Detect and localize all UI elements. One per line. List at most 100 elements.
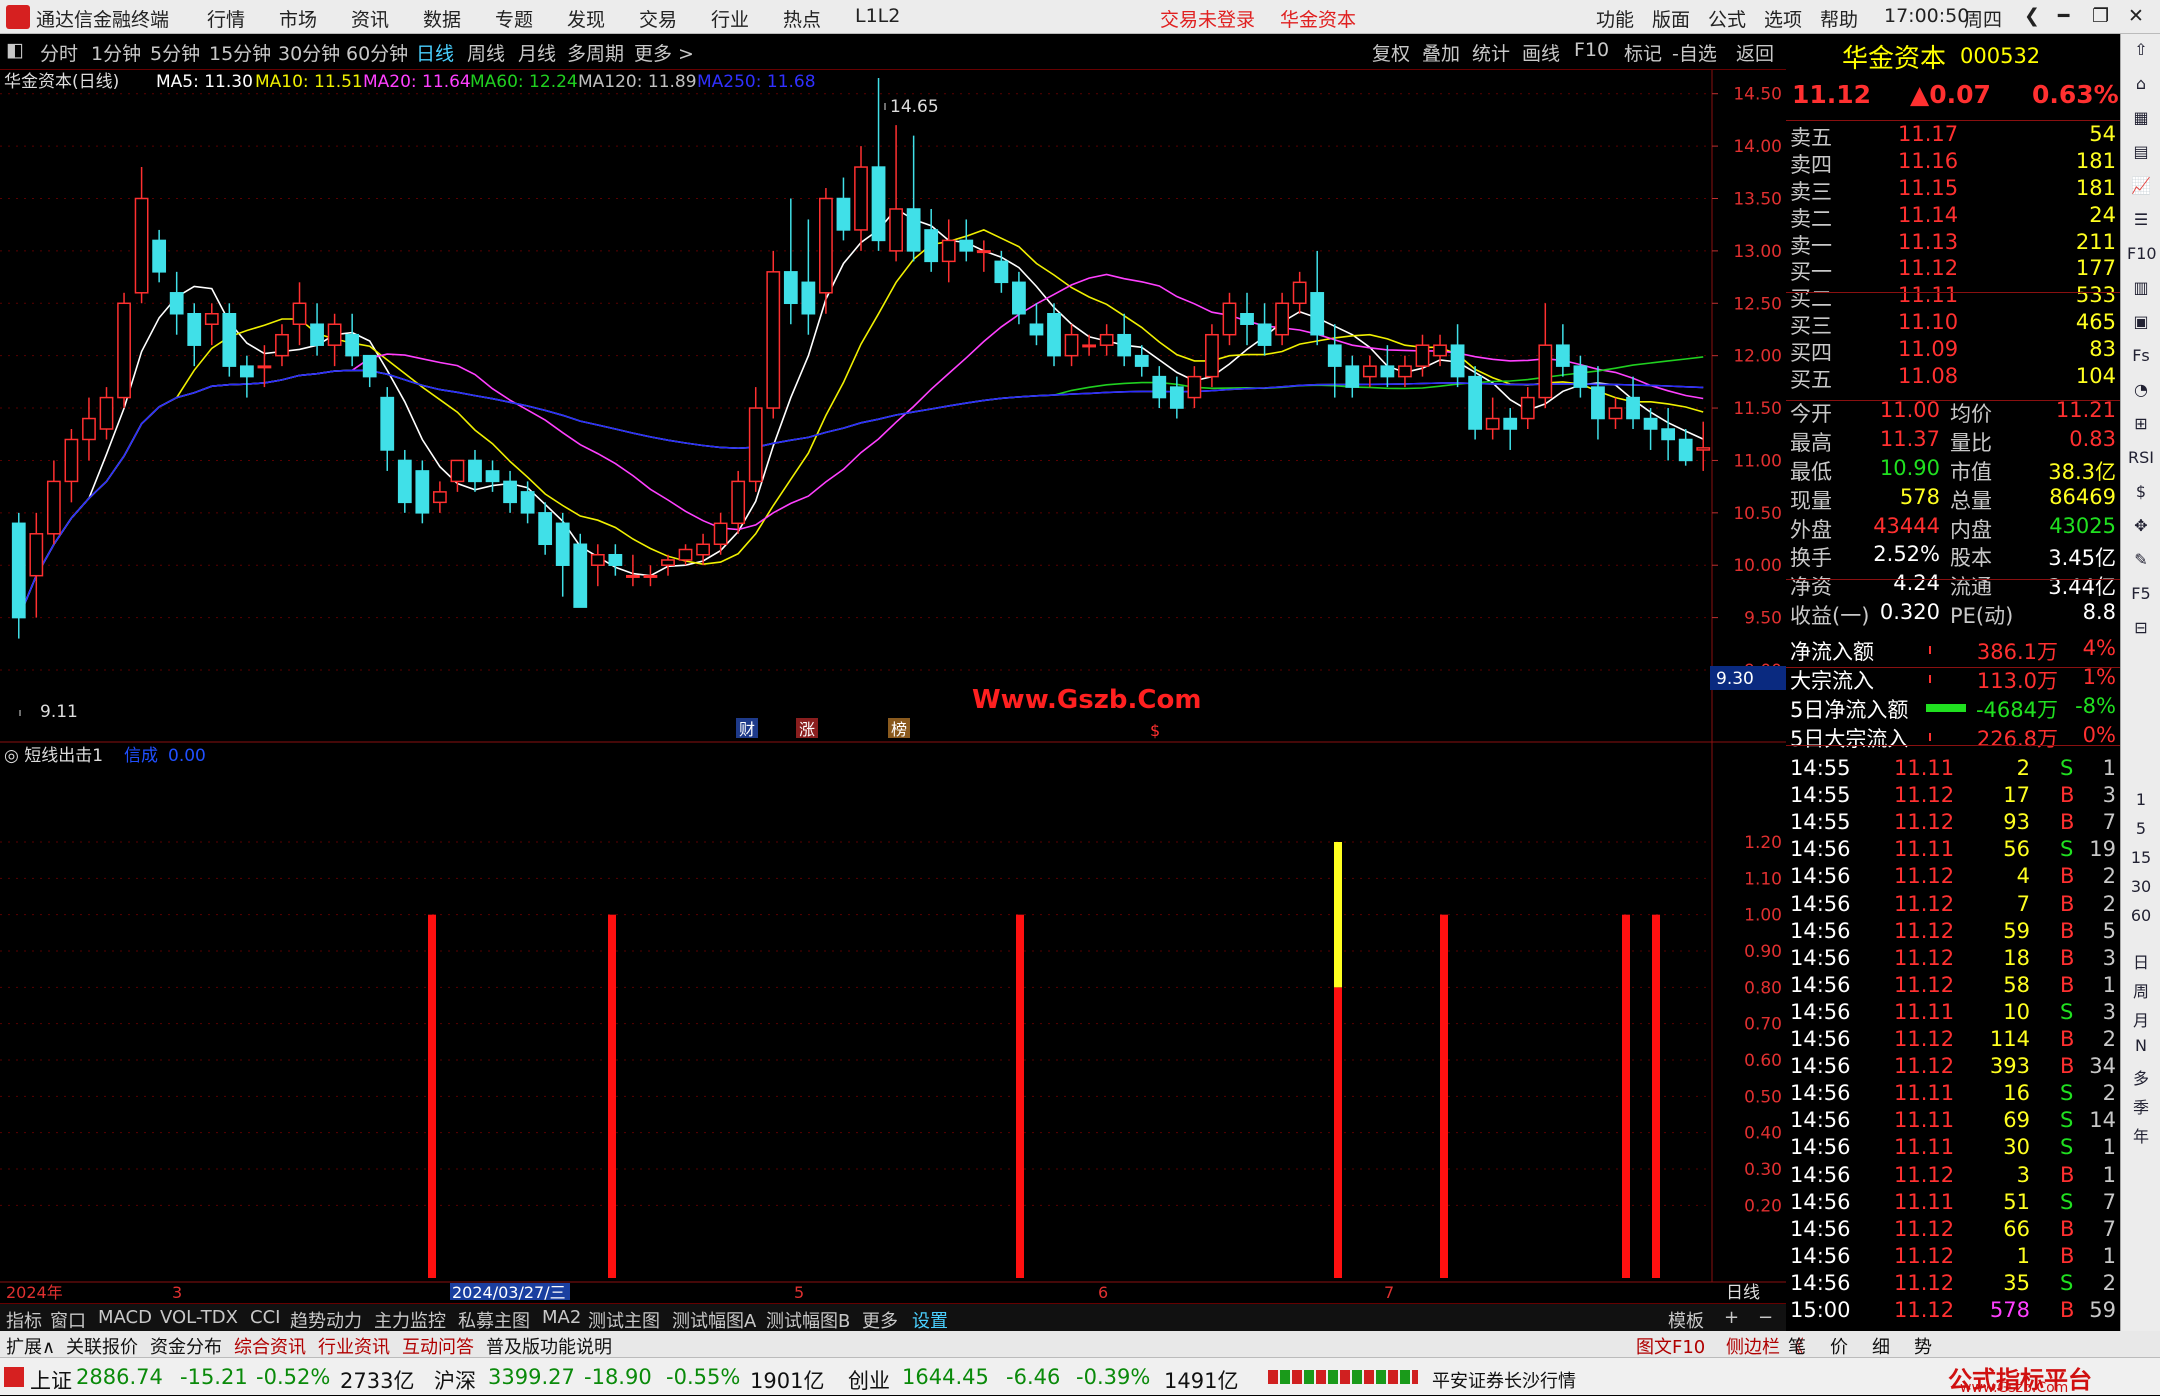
restore-icon[interactable]: ❐ — [2092, 5, 2109, 27]
tab-template[interactable]: 模板 — [1668, 1307, 1704, 1333]
sidebar-kline-icon[interactable]: 📈 — [2127, 176, 2155, 195]
tab-test-sub-a[interactable]: 测试幅图A — [672, 1307, 756, 1333]
ext-edition-note[interactable]: 普及版功能说明 — [486, 1333, 612, 1359]
period-fenshi[interactable]: 分时 — [40, 39, 78, 66]
sidebar-list-icon[interactable]: ☰ — [2127, 210, 2155, 229]
ext-shi[interactable]: 势 — [1914, 1333, 1932, 1359]
sidebar-block-icon[interactable]: ▣ — [2127, 312, 2155, 331]
tab-trend-power[interactable]: 趋势动力 — [290, 1307, 362, 1333]
tab-add[interactable]: + — [1724, 1307, 1739, 1328]
ext-qa[interactable]: 互动问答 — [402, 1333, 474, 1359]
ext-f10[interactable]: 图文F10 — [1636, 1333, 1705, 1359]
tab-more[interactable]: 更多 — [862, 1307, 898, 1333]
period-weekly[interactable]: 周线 — [467, 39, 505, 66]
period-1min[interactable]: 1分钟 — [91, 39, 141, 66]
menu-redian[interactable]: 热点 — [783, 5, 821, 32]
sidebar-move-icon[interactable]: ✥ — [2127, 516, 2155, 535]
sidebar-period-8[interactable]: N — [2127, 1036, 2155, 1055]
sidebar-f5-icon[interactable]: F5 — [2127, 584, 2155, 603]
sidebar-tape-icon[interactable]: ⊞ — [2127, 414, 2155, 433]
sidebar-period-4[interactable]: 60 — [2127, 906, 2155, 925]
sidebar-period-11[interactable]: 年 — [2127, 1123, 2155, 1147]
sidebar-period-5[interactable]: 日 — [2127, 949, 2155, 973]
tab-test-sub-b[interactable]: 测试幅图B — [766, 1307, 850, 1333]
tab-vol-tdx[interactable]: VOL-TDX — [160, 1307, 238, 1328]
tool-huaxian[interactable]: 画线 — [1522, 39, 1560, 66]
sidebar-pen-icon[interactable]: ✎ — [2127, 550, 2155, 569]
menu-l1l2[interactable]: L1L2 — [855, 5, 900, 27]
tab-main-monitor[interactable]: 主力监控 — [374, 1307, 446, 1333]
sidebar-grid-icon[interactable]: ▦ — [2127, 108, 2155, 127]
trade-login-status[interactable]: 交易未登录 — [1160, 5, 1255, 32]
tab-ma2[interactable]: MA2 — [542, 1307, 581, 1328]
sidebar-f10-icon[interactable]: F10 — [2127, 244, 2157, 263]
sidebar-period-10[interactable]: 季 — [2127, 1094, 2155, 1118]
menu-bangzhu[interactable]: 帮助 — [1820, 5, 1858, 32]
sidebar-period-7[interactable]: 月 — [2127, 1007, 2155, 1031]
idx-hs-name[interactable]: 沪深 — [434, 1365, 476, 1395]
ext-related-quotes[interactable]: 关联报价 — [66, 1333, 138, 1359]
period-monthly[interactable]: 月线 — [518, 39, 556, 66]
ext-xi[interactable]: 细 — [1872, 1333, 1890, 1359]
tab-zhibiao[interactable]: 指标 — [6, 1307, 42, 1333]
tab-cci[interactable]: CCI — [250, 1307, 280, 1328]
period-daily[interactable]: 日线 — [416, 39, 454, 66]
period-multi[interactable]: 多周期 — [567, 39, 624, 66]
tab-test-main[interactable]: 测试主图 — [588, 1307, 660, 1333]
ext-jia[interactable]: 价 — [1830, 1333, 1848, 1359]
menu-gongneng[interactable]: 功能 — [1596, 5, 1634, 32]
menu-gongshi[interactable]: 公式 — [1708, 5, 1746, 32]
menu-hangqing[interactable]: 行情 — [207, 5, 245, 32]
period-60min[interactable]: 60分钟 — [346, 39, 408, 66]
menu-shuju[interactable]: 数据 — [423, 5, 461, 32]
tab-chuangkou[interactable]: 窗口 — [50, 1307, 86, 1333]
back-icon[interactable]: ❮ — [2024, 5, 2040, 27]
period-more[interactable]: 更多 > — [634, 39, 694, 66]
sidebar-period-0[interactable]: 1 — [2127, 790, 2155, 809]
marker-dollar[interactable]: $ — [1150, 721, 1160, 740]
sidebar-home-icon[interactable]: ⌂ — [2127, 74, 2155, 93]
kline-chart[interactable]: 华金资本(日线) MA5: 11.30 MA10: 11.51 MA20: 11… — [0, 70, 1786, 1300]
collapse-icon[interactable]: ◧ — [6, 39, 24, 61]
menu-zhuanti[interactable]: 专题 — [495, 5, 533, 32]
menu-faxian[interactable]: 发现 — [567, 5, 605, 32]
idx-sh-name[interactable]: 上证 — [30, 1365, 72, 1395]
ext-expand[interactable]: 扩展∧ — [6, 1333, 55, 1359]
menu-zixun[interactable]: 资讯 — [351, 5, 389, 32]
menu-hangye[interactable]: 行业 — [711, 5, 749, 32]
sidebar-period-6[interactable]: 周 — [2127, 978, 2155, 1002]
sidebar-arrow-up-icon[interactable]: ⇧ — [2127, 40, 2155, 59]
period-5min[interactable]: 5分钟 — [150, 39, 200, 66]
minimize-icon[interactable]: ━ — [2058, 5, 2069, 27]
idx-cy-name[interactable]: 创业 — [848, 1365, 890, 1395]
ext-bi[interactable]: 笔 — [1788, 1333, 1806, 1359]
tool-tongji[interactable]: 统计 — [1472, 39, 1510, 66]
menu-jiaoyi[interactable]: 交易 — [639, 5, 677, 32]
tab-settings[interactable]: 设置 — [912, 1307, 948, 1333]
period-30min[interactable]: 30分钟 — [278, 39, 340, 66]
sidebar-rsi-icon[interactable]: RSI — [2127, 448, 2155, 467]
sidebar-fs-icon[interactable]: Fs — [2127, 346, 2155, 365]
menu-banmian[interactable]: 版面 — [1652, 5, 1690, 32]
tool-fanhui[interactable]: 返回 — [1736, 39, 1774, 66]
tool-f10[interactable]: F10 — [1574, 39, 1609, 61]
menu-shichang[interactable]: 市场 — [279, 5, 317, 32]
period-15min[interactable]: 15分钟 — [209, 39, 271, 66]
tool-biaoji[interactable]: 标记 — [1624, 39, 1662, 66]
sidebar-period-2[interactable]: 15 — [2127, 848, 2155, 867]
sidebar-layout-icon[interactable]: ⊟ — [2127, 618, 2155, 637]
sidebar-period-9[interactable]: 多 — [2127, 1065, 2155, 1089]
tool-diejia[interactable]: 叠加 — [1422, 39, 1460, 66]
menu-xuanxiang[interactable]: 选项 — [1764, 5, 1802, 32]
sidebar-period-1[interactable]: 5 — [2127, 819, 2155, 838]
sidebar-table-icon[interactable]: ▥ — [2127, 278, 2155, 297]
tool-zixuan[interactable]: -自选 — [1672, 39, 1717, 66]
tool-fuquan[interactable]: 复权 — [1372, 39, 1410, 66]
sidebar-period-3[interactable]: 30 — [2127, 877, 2155, 896]
tab-remove[interactable]: − — [1758, 1307, 1773, 1328]
sidebar-dollar-icon[interactable]: $ — [2127, 482, 2155, 501]
ext-industry-news[interactable]: 行业资讯 — [318, 1333, 390, 1359]
ext-fund-distribution[interactable]: 资金分布 — [150, 1333, 222, 1359]
sidebar-pie-icon[interactable]: ◔ — [2127, 380, 2155, 399]
close-icon[interactable]: ✕ — [2128, 5, 2144, 27]
